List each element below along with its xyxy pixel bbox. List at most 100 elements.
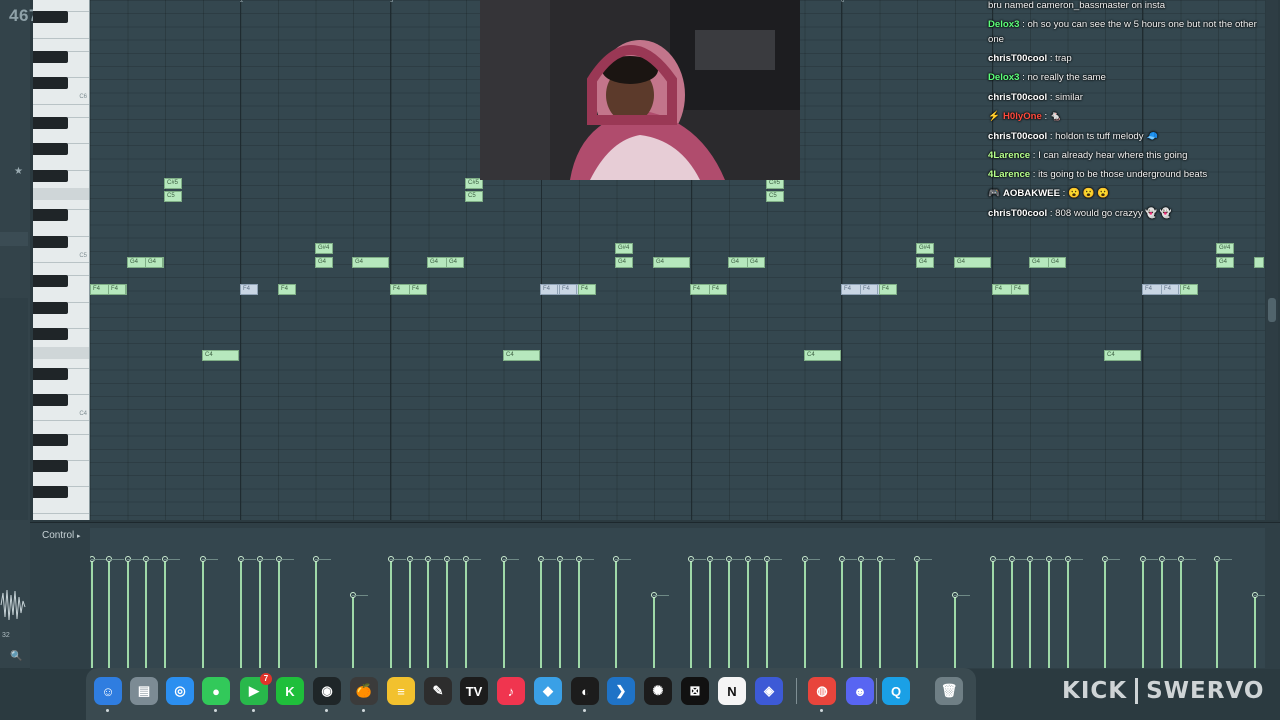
midi-note[interactable]: F4: [578, 284, 596, 295]
chatgpt-icon[interactable]: ✺: [644, 677, 672, 705]
davinci-icon[interactable]: ◆: [534, 677, 562, 705]
midi-note[interactable]: C#5: [164, 178, 182, 189]
midi-note[interactable]: G4: [1216, 257, 1234, 268]
black-key[interactable]: [33, 394, 68, 406]
velocity-stem[interactable]: [315, 561, 317, 668]
black-key[interactable]: [33, 11, 68, 24]
velocity-stem[interactable]: [427, 561, 429, 668]
facetime-icon[interactable]: ▶ 7: [240, 673, 272, 705]
velocity-stem[interactable]: [259, 561, 261, 668]
midi-note[interactable]: F4: [1180, 284, 1198, 295]
midi-note[interactable]: F4: [540, 284, 558, 295]
midi-note[interactable]: G4: [315, 257, 333, 268]
velocity-stem[interactable]: [1216, 561, 1218, 668]
velocity-stem[interactable]: [578, 561, 580, 668]
midi-note[interactable]: G4: [954, 257, 991, 268]
velocity-stem[interactable]: [127, 561, 129, 668]
velocity-stem[interactable]: [108, 561, 110, 668]
velocity-stem[interactable]: [804, 561, 806, 668]
midi-note[interactable]: G4: [615, 257, 633, 268]
midi-note[interactable]: G#4: [916, 243, 934, 254]
control-dropdown[interactable]: Control ▸: [42, 530, 81, 541]
notes-icon[interactable]: ≡: [387, 677, 415, 705]
velocity-stem[interactable]: [1029, 561, 1031, 668]
midi-note[interactable]: C4: [804, 350, 841, 361]
midi-note[interactable]: [1254, 257, 1264, 268]
midi-note[interactable]: G4: [145, 257, 163, 268]
velocity-stem[interactable]: [446, 561, 448, 668]
vscode-icon[interactable]: ❯: [607, 677, 635, 705]
midi-note[interactable]: G4: [446, 257, 464, 268]
black-key[interactable]: [33, 433, 68, 446]
velocity-stem[interactable]: [164, 561, 166, 668]
velocity-stem[interactable]: [747, 561, 749, 668]
velocity-stem[interactable]: [1104, 561, 1106, 668]
velocity-stem[interactable]: [709, 561, 711, 668]
midi-note[interactable]: G#4: [1216, 243, 1234, 254]
quicktime-icon[interactable]: Q: [882, 677, 910, 705]
midi-note[interactable]: F4: [409, 284, 427, 295]
black-key[interactable]: [33, 143, 68, 156]
velocity-stem[interactable]: [992, 561, 994, 668]
github-icon[interactable]: ◐: [571, 677, 599, 705]
midi-note[interactable]: G4: [653, 257, 690, 268]
velocity-stem[interactable]: [1254, 597, 1256, 668]
music-icon[interactable]: ♪: [497, 677, 525, 705]
midi-note[interactable]: C5: [465, 191, 483, 202]
midi-note[interactable]: C5: [766, 191, 784, 202]
velocity-stem[interactable]: [409, 561, 411, 668]
black-key[interactable]: [33, 301, 68, 314]
velocity-stem[interactable]: [540, 561, 542, 668]
velocity-stem[interactable]: [352, 597, 354, 668]
tradingview-icon[interactable]: TV: [460, 677, 488, 705]
midi-note[interactable]: F4: [278, 284, 296, 295]
black-key[interactable]: [33, 367, 68, 380]
box-icon[interactable]: ◈: [755, 677, 783, 705]
kick-icon[interactable]: K: [276, 677, 304, 705]
files-icon[interactable]: ▤: [130, 677, 158, 705]
midi-note[interactable]: F4: [1161, 284, 1179, 295]
velocity-stem[interactable]: [1180, 561, 1182, 668]
pencil-icon[interactable]: ✎: [424, 677, 452, 705]
midi-note[interactable]: F4: [559, 284, 577, 295]
midi-note[interactable]: G4: [1048, 257, 1066, 268]
velocity-lane[interactable]: [90, 528, 1265, 668]
velocity-stem[interactable]: [954, 597, 956, 668]
midi-note[interactable]: G4: [352, 257, 389, 268]
midi-note[interactable]: F4: [860, 284, 878, 295]
capcut-icon[interactable]: ⊠: [681, 677, 709, 705]
star-icon[interactable]: ★: [14, 166, 23, 177]
black-key[interactable]: [33, 50, 68, 63]
velocity-stem[interactable]: [690, 561, 692, 668]
messages-icon[interactable]: ●: [202, 677, 230, 705]
velocity-stem[interactable]: [916, 561, 918, 668]
midi-note[interactable]: F4: [108, 284, 126, 295]
velocity-stem[interactable]: [879, 561, 881, 668]
midi-note[interactable]: C4: [202, 350, 239, 361]
velocity-stem[interactable]: [503, 561, 505, 668]
velocity-stem[interactable]: [841, 561, 843, 668]
velocity-stem[interactable]: [1011, 561, 1013, 668]
midi-note[interactable]: G4: [747, 257, 765, 268]
midi-note[interactable]: C4: [503, 350, 540, 361]
velocity-stem[interactable]: [91, 561, 93, 668]
finder-icon[interactable]: ☺: [94, 677, 122, 705]
notion-icon[interactable]: N: [718, 677, 746, 705]
black-key[interactable]: [33, 77, 68, 90]
velocity-stem[interactable]: [1142, 561, 1144, 668]
midi-note[interactable]: G#4: [315, 243, 333, 254]
velocity-stem[interactable]: [728, 561, 730, 668]
trash-icon[interactable]: 🗑: [935, 677, 963, 705]
velocity-stem[interactable]: [465, 561, 467, 668]
velocity-stem[interactable]: [390, 561, 392, 668]
obs-icon[interactable]: ◉: [313, 677, 341, 705]
black-key[interactable]: [33, 486, 68, 499]
black-key[interactable]: [33, 235, 68, 248]
velocity-stem[interactable]: [1067, 561, 1069, 668]
black-key[interactable]: [33, 460, 68, 472]
velocity-stem[interactable]: [278, 561, 280, 668]
black-key[interactable]: [33, 116, 68, 129]
midi-note[interactable]: F4: [1011, 284, 1029, 295]
midi-note[interactable]: F4: [879, 284, 897, 295]
black-key[interactable]: [33, 169, 68, 182]
